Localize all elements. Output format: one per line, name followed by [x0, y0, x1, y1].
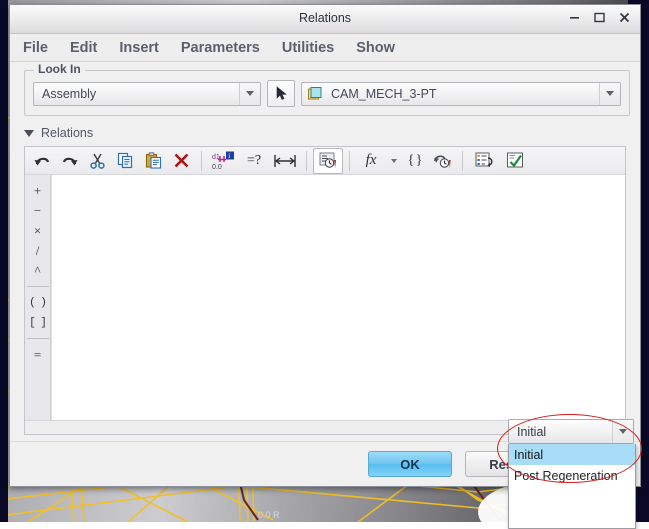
- assembly-icon: [308, 86, 322, 99]
- expand-collapse-icon[interactable]: [24, 129, 34, 137]
- svg-text:0.0 R: 0.0 R: [258, 510, 280, 520]
- dialog-title: Relations: [298, 11, 352, 25]
- equals-operator-button[interactable]: =: [27, 345, 49, 365]
- cut-icon: [90, 153, 105, 169]
- power-operator-button[interactable]: ^: [27, 261, 49, 281]
- look-in-scope-arrow-icon[interactable]: [239, 82, 260, 105]
- toolbar-separator: [462, 150, 463, 171]
- paste-button[interactable]: [140, 148, 167, 174]
- multiply-operator-button[interactable]: ×: [27, 221, 49, 241]
- look-in-model-combo[interactable]: CAM_MECH_3-PT: [301, 81, 621, 106]
- chevron-down-icon: [390, 158, 397, 163]
- parameters-list-icon: [475, 152, 493, 167]
- relations-order-button[interactable]: [313, 147, 343, 174]
- verify-label: =?: [246, 152, 262, 168]
- units-button[interactable]: { }: [401, 148, 428, 174]
- svg-text:i: i: [228, 152, 230, 160]
- copy-icon: [117, 152, 133, 169]
- menu-show[interactable]: Show: [354, 39, 397, 57]
- toolbar-separator: [201, 150, 202, 171]
- minimize-button[interactable]: [567, 10, 582, 25]
- ok-button[interactable]: OK: [368, 451, 452, 477]
- check-icon: [506, 152, 523, 168]
- toolbar-separator: [349, 150, 350, 171]
- regeneration-mode-dropdown-list: Initial Post Regeneration: [508, 444, 636, 529]
- operator-toolbar: + − × / ^ ( ) [ ] =: [25, 175, 51, 420]
- function-label: fx: [365, 152, 377, 168]
- close-button[interactable]: [617, 10, 632, 25]
- undo-icon: [34, 157, 49, 165]
- dropdown-option-initial[interactable]: Initial: [509, 444, 635, 465]
- paste-icon: [145, 152, 162, 169]
- relations-panel: d1 0.0 i =? fx {} + − × / ^ () [] =: [24, 146, 626, 435]
- dimension-toggle-icon: d1 0.0 i: [212, 151, 234, 171]
- undo-button[interactable]: [28, 148, 55, 174]
- measure-icon: [274, 154, 296, 167]
- relations-order-icon: [319, 152, 336, 168]
- regeneration-button[interactable]: [429, 148, 456, 174]
- units-label: { }: [407, 152, 423, 168]
- redo-icon: [62, 157, 77, 165]
- regeneration-icon: [434, 155, 451, 168]
- operator-separator: [26, 338, 49, 339]
- look-in-group: Look In Assembly CAM_MECH_3-PT: [24, 62, 630, 116]
- measure-button[interactable]: [270, 148, 300, 174]
- regeneration-mode-arrow-icon[interactable]: [612, 420, 633, 443]
- look-in-scope-value: Assembly: [42, 86, 97, 101]
- redo-button[interactable]: [56, 148, 83, 174]
- menu-file[interactable]: File: [21, 39, 50, 57]
- copy-button[interactable]: [112, 148, 139, 174]
- window-controls: [567, 10, 632, 25]
- parenthesis-button[interactable]: ( ): [27, 293, 49, 313]
- menu-utilities[interactable]: Utilities: [280, 39, 336, 57]
- menu-edit[interactable]: Edit: [68, 39, 99, 57]
- toolbar-separator: [306, 150, 307, 171]
- look-in-legend: Look In: [34, 62, 85, 76]
- parameters-list-button[interactable]: [469, 148, 499, 174]
- arrow-cursor-icon: [276, 86, 287, 100]
- relations-editor-row: + − × / ^ ( ) [ ] =: [25, 175, 625, 420]
- dialog-titlebar[interactable]: Relations: [10, 5, 640, 34]
- regeneration-mode-combo[interactable]: Initial: [508, 419, 634, 444]
- verify-button[interactable]: =?: [239, 148, 269, 174]
- operator-separator: [26, 286, 49, 287]
- regeneration-mode-value: Initial: [517, 424, 547, 439]
- delete-icon: [174, 153, 189, 168]
- minus-operator-button[interactable]: −: [27, 201, 49, 221]
- select-item-button[interactable]: [267, 80, 295, 107]
- look-in-model-arrow-icon[interactable]: [599, 82, 620, 105]
- look-in-scope-combo[interactable]: Assembly: [33, 81, 261, 106]
- menu-parameters[interactable]: Parameters: [179, 39, 262, 57]
- dimension-toggle-button[interactable]: d1 0.0 i: [208, 148, 238, 174]
- cut-button[interactable]: [84, 148, 111, 174]
- delete-button[interactable]: [168, 148, 195, 174]
- maximize-button[interactable]: [592, 10, 607, 25]
- dropdown-option-post-regeneration[interactable]: Post Regeneration: [509, 465, 635, 486]
- function-button[interactable]: fx: [356, 148, 386, 174]
- plus-operator-button[interactable]: +: [27, 181, 49, 201]
- menu-insert[interactable]: Insert: [117, 39, 161, 57]
- look-in-model-value: CAM_MECH_3-PT: [331, 86, 437, 101]
- divide-operator-button[interactable]: /: [27, 241, 49, 261]
- svg-text:0.0: 0.0: [212, 164, 222, 171]
- execute-button[interactable]: [500, 148, 530, 174]
- relations-text-editor[interactable]: [51, 175, 625, 420]
- function-dropdown-arrow-button[interactable]: [387, 149, 400, 173]
- relations-dialog-window: Relations File Edit Insert Parameters Ut…: [9, 4, 641, 487]
- relations-section-header[interactable]: Relations: [24, 124, 640, 142]
- menubar: File Edit Insert Parameters Utilities Sh…: [10, 34, 640, 62]
- relations-toolbar: d1 0.0 i =? fx {}: [25, 147, 625, 175]
- relations-section-title: Relations: [41, 126, 94, 140]
- bracket-button[interactable]: [ ]: [27, 313, 49, 333]
